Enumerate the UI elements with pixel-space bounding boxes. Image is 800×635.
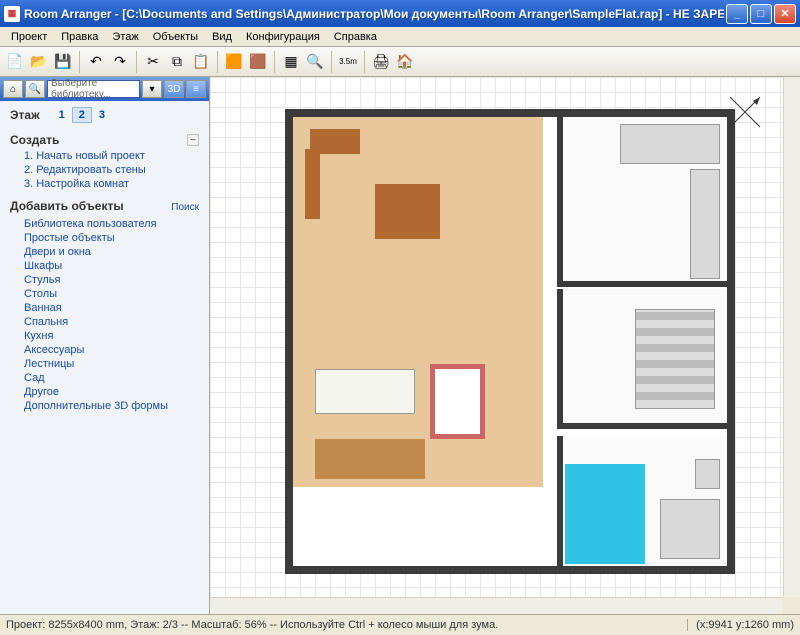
- separator: [274, 51, 275, 73]
- furniture[interactable]: [315, 439, 425, 479]
- menu-view[interactable]: Вид: [205, 29, 239, 45]
- menu-objects[interactable]: Объекты: [146, 29, 205, 45]
- link-new-project[interactable]: Начать новый проект: [10, 149, 199, 163]
- counter[interactable]: [690, 169, 720, 279]
- cut-icon[interactable]: ✂: [142, 51, 164, 73]
- app-icon: ▦: [4, 6, 20, 22]
- open-icon[interactable]: 📂: [28, 51, 50, 73]
- copy-icon[interactable]: ⧉: [166, 51, 188, 73]
- home-icon[interactable]: 🏠: [394, 51, 416, 73]
- status-coords: (x:9941 y:1260 mm): [687, 619, 794, 631]
- titlebar: ▦ Room Arranger - [C:\Documents and Sett…: [0, 0, 800, 27]
- save-icon[interactable]: 💾: [52, 51, 74, 73]
- collapse-icon[interactable]: −: [187, 134, 199, 146]
- counter[interactable]: [620, 124, 720, 164]
- measure-icon[interactable]: 3.5m: [337, 51, 359, 73]
- menu-project[interactable]: Проект: [4, 29, 54, 45]
- status-left: Проект: 8255x8400 mm, Этаж: 2/3 -- Масшт…: [6, 619, 687, 631]
- floor-section: Этаж 1 2 3: [10, 107, 199, 123]
- floor-tab-2[interactable]: 2: [72, 107, 92, 123]
- paste-icon[interactable]: 📋: [190, 51, 212, 73]
- shower[interactable]: [660, 499, 720, 559]
- library-dropdown[interactable]: Выберите библиотеку...: [47, 80, 140, 98]
- separator: [79, 51, 80, 73]
- compass-icon: [720, 87, 770, 137]
- create-section: Создать −: [10, 133, 199, 147]
- object-category-2[interactable]: Двери и окна: [10, 245, 199, 259]
- object-category-0[interactable]: Библиотека пользователя: [10, 217, 199, 231]
- floorplan[interactable]: [285, 109, 735, 574]
- statusbar: Проект: 8255x8400 mm, Этаж: 2/3 -- Масшт…: [0, 614, 800, 635]
- object-category-5[interactable]: Столы: [10, 287, 199, 301]
- nav-dropdown-icon[interactable]: ▾: [142, 80, 162, 98]
- object-category-8[interactable]: Кухня: [10, 329, 199, 343]
- living-room: [293, 117, 543, 487]
- floor-tab-3[interactable]: 3: [92, 107, 112, 123]
- nav-panel: ⌂ 🔍 Выберите библиотеку... ▾ 3D ≡: [0, 77, 209, 101]
- 3d-button[interactable]: 3D: [164, 80, 184, 98]
- object-category-10[interactable]: Лестницы: [10, 357, 199, 371]
- redo-icon[interactable]: ↷: [109, 51, 131, 73]
- separator: [331, 51, 332, 73]
- object-category-12[interactable]: Другое: [10, 385, 199, 399]
- cube2-icon[interactable]: 🟫: [247, 51, 269, 73]
- undo-icon[interactable]: ↶: [85, 51, 107, 73]
- add-objects-label: Добавить объекты: [10, 199, 124, 213]
- link-edit-walls[interactable]: Редактировать стены: [10, 163, 199, 177]
- zoom-icon[interactable]: 🔍: [304, 51, 326, 73]
- separator: [217, 51, 218, 73]
- object-category-3[interactable]: Шкафы: [10, 259, 199, 273]
- print-icon[interactable]: 🖨: [370, 51, 392, 73]
- link-room-settings[interactable]: Настройка комнат: [10, 177, 199, 191]
- search-link[interactable]: Поиск: [171, 202, 199, 213]
- close-button[interactable]: ✕: [774, 4, 796, 24]
- nav-search-icon[interactable]: 🔍: [25, 80, 45, 98]
- stairs[interactable]: [635, 309, 715, 409]
- new-icon[interactable]: 📄: [4, 51, 26, 73]
- menu-help[interactable]: Справка: [327, 29, 384, 45]
- floor-label: Этаж: [10, 108, 40, 122]
- sidebar: ⌂ 🔍 Выберите библиотеку... ▾ 3D ≡ Этаж 1…: [0, 77, 210, 614]
- nav-home-icon[interactable]: ⌂: [3, 80, 23, 98]
- minimize-button[interactable]: _: [726, 4, 748, 24]
- dining-table[interactable]: [375, 184, 440, 239]
- cube-icon[interactable]: 🟧: [223, 51, 245, 73]
- menu-config[interactable]: Конфигурация: [239, 29, 327, 45]
- menu-floor[interactable]: Этаж: [105, 29, 145, 45]
- object-category-13[interactable]: Дополнительные 3D формы: [10, 399, 199, 413]
- overview-icon[interactable]: ▦: [280, 51, 302, 73]
- toolbar: 📄 📂 💾 ↶ ↷ ✂ ⧉ 📋 🟧 🟫 ▦ 🔍 3.5m 🖨 🏠: [0, 47, 800, 77]
- maximize-button[interactable]: □: [750, 4, 772, 24]
- furniture[interactable]: [305, 149, 320, 219]
- canvas[interactable]: [210, 77, 800, 614]
- menu-edit[interactable]: Правка: [54, 29, 105, 45]
- toilet[interactable]: [695, 459, 720, 489]
- object-category-11[interactable]: Сад: [10, 371, 199, 385]
- nav-list-icon[interactable]: ≡: [186, 80, 206, 98]
- scroll-corner: [783, 597, 800, 614]
- bath-tile: [565, 464, 645, 564]
- object-category-9[interactable]: Аксессуары: [10, 343, 199, 357]
- floor-tab-1[interactable]: 1: [52, 107, 72, 123]
- separator: [136, 51, 137, 73]
- sofa[interactable]: [315, 369, 415, 414]
- menubar: Проект Правка Этаж Объекты Вид Конфигура…: [0, 27, 800, 47]
- object-category-1[interactable]: Простые объекты: [10, 231, 199, 245]
- object-category-4[interactable]: Стулья: [10, 273, 199, 287]
- object-category-6[interactable]: Ванная: [10, 301, 199, 315]
- rug[interactable]: [430, 364, 485, 439]
- scrollbar-vertical[interactable]: [783, 77, 800, 597]
- window-title: Room Arranger - [C:\Documents and Settin…: [24, 7, 724, 21]
- scrollbar-horizontal[interactable]: [210, 597, 783, 614]
- separator: [364, 51, 365, 73]
- create-label: Создать: [10, 133, 59, 147]
- object-category-7[interactable]: Спальня: [10, 315, 199, 329]
